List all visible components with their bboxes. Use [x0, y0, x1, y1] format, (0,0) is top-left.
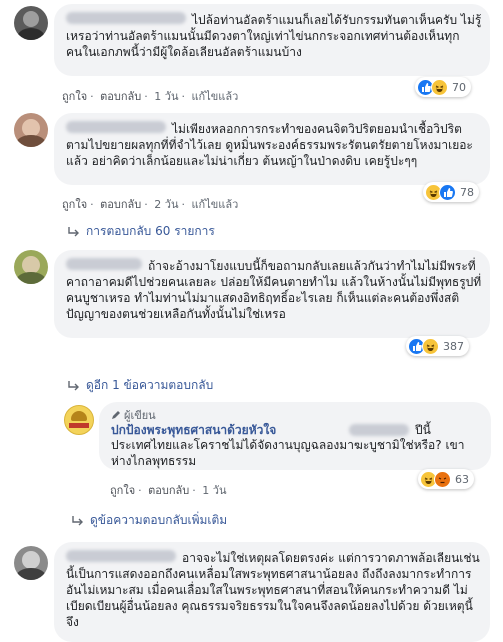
reply-link[interactable]: ตอบกลับ: [148, 484, 189, 497]
reply-bubble: ผู้เขียน ปกป้องพระพุทธศาสนาด้วยหัวใจ ปีน…: [99, 402, 491, 470]
reaction-summary[interactable]: 63: [418, 469, 474, 489]
comment-bubble: อาจจะไม่ใช่เหตุผลโดยตรงค่ะ แต่การวาดภาพล…: [54, 542, 490, 642]
view-more-replies-label: ดูอีก 1 ข้อความตอบกลับ: [86, 378, 214, 392]
reaction-count: 387: [443, 339, 464, 353]
timestamp[interactable]: 1 วัน: [202, 484, 226, 497]
comment-text: อาจจะไม่ใช่เหตุผลโดยตรงค่ะ แต่การวาดภาพล…: [66, 551, 480, 629]
comment-bubble: ถ้าจะอ้างมาโยงแบบนี้ก็ขอถามกลับเลยแล้วกั…: [54, 250, 490, 338]
pencil-icon: [112, 411, 120, 419]
more-replies-link[interactable]: ดูข้อความตอบกลับเพิ่มเติม: [72, 511, 227, 530]
edited-label[interactable]: แก้ไขแล้ว: [191, 90, 238, 103]
timestamp[interactable]: 2 วัน: [154, 198, 178, 211]
angry-reaction-icon: [434, 470, 451, 488]
reply-link[interactable]: ตอบกลับ: [100, 198, 141, 211]
commenter-avatar[interactable]: [14, 250, 48, 284]
comment-text: ไม่เพียงหลอกการกระทำของคนจิตวิปริตยอมนำเ…: [66, 122, 473, 168]
reaction-summary[interactable]: 387: [406, 336, 469, 356]
comment-bubble: ไปล้อท่านอัลตร้าแมนก็เลยได้รับกรรมทันตาเ…: [54, 4, 490, 76]
reaction-count: 63: [455, 472, 469, 486]
view-replies-label: การตอบกลับ 60 รายการ: [86, 224, 215, 238]
more-replies-label: ดูข้อความตอบกลับเพิ่มเติม: [90, 513, 228, 527]
edited-label[interactable]: แก้ไขแล้ว: [191, 198, 238, 211]
reply-arrow-icon: [68, 380, 79, 390]
timestamp[interactable]: 1 วัน: [154, 90, 178, 103]
replied-to-name-redacted[interactable]: [349, 424, 409, 436]
like-link[interactable]: ถูกใจ: [110, 484, 135, 497]
comment-text: ถ้าจะอ้างมาโยงแบบนี้ก็ขอถามกลับเลยแล้วกั…: [66, 259, 482, 321]
commenter-avatar[interactable]: [14, 6, 48, 40]
reply-arrow-icon: [72, 515, 83, 525]
reply-text: ประเทศไทยและโคราชไม่ได้จัดงานบุญฉลองมาฆะ…: [111, 438, 465, 468]
like-link[interactable]: ถูกใจ: [62, 198, 87, 211]
page-avatar[interactable]: [64, 405, 94, 435]
reply-actions: ถูกใจ · ตอบกลับ · 1 วัน: [110, 484, 227, 497]
view-replies-link[interactable]: การตอบกลับ 60 รายการ: [68, 222, 215, 241]
reply-arrow-icon: [68, 226, 79, 236]
reaction-summary[interactable]: 78: [423, 182, 479, 202]
haha-reaction-icon: [431, 78, 448, 96]
view-more-replies-link[interactable]: ดูอีก 1 ข้อความตอบกลับ: [68, 376, 213, 395]
like-link[interactable]: ถูกใจ: [62, 90, 87, 103]
comment-actions: ถูกใจ · ตอบกลับ · 1 วัน · แก้ไขแล้ว: [62, 90, 239, 103]
reaction-summary[interactable]: 70: [415, 77, 471, 97]
reply-link[interactable]: ตอบกลับ: [100, 90, 141, 103]
commenter-avatar[interactable]: [14, 113, 48, 147]
like-reaction-icon: [439, 183, 456, 201]
reaction-count: 70: [452, 80, 466, 94]
reaction-count: 78: [460, 185, 474, 199]
commenter-avatar[interactable]: [14, 546, 48, 580]
comment-text: ไปล้อท่านอัลตร้าแมนก็เลยได้รับกรรมทันตาเ…: [66, 13, 482, 59]
comment-bubble: ไม่เพียงหลอกการกระทำของคนจิตวิปริตยอมนำเ…: [54, 113, 490, 185]
haha-reaction-icon: [422, 337, 439, 355]
comment-actions: ถูกใจ · ตอบกลับ · 2 วัน · แก้ไขแล้ว: [62, 198, 239, 211]
